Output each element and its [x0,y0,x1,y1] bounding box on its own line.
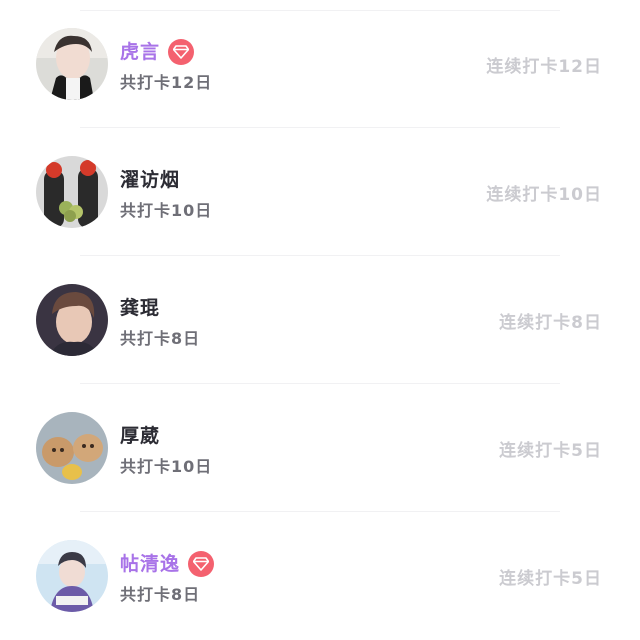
avatar[interactable] [36,28,108,100]
list-item[interactable]: 帖清逸 共打卡8日 连续打卡5日 [0,512,640,640]
streak-checkin-days: 连续打卡8日 [499,313,602,333]
user-name: 龚琨 [120,297,161,319]
avatar-photo-icon [36,540,108,612]
total-checkin-days: 共打卡10日 [120,201,213,220]
avatar-photo-icon [36,412,108,484]
avatar-photo-icon [36,28,108,100]
streak-checkin-days: 连续打卡10日 [486,185,602,205]
avatar[interactable] [36,156,108,228]
total-checkin-days: 共打卡12日 [120,73,213,92]
list-item[interactable]: 龚琨 共打卡8日 连续打卡8日 [0,256,640,384]
streak-checkin-days: 连续打卡12日 [486,57,602,77]
total-checkin-days: 共打卡8日 [120,585,201,604]
vip-diamond-icon [168,39,195,65]
streak-checkin-days: 连续打卡5日 [499,569,602,589]
avatar-photo-icon [36,156,108,228]
list-item[interactable]: 厚葳 共打卡10日 连续打卡5日 [0,384,640,512]
checkin-list: 虎言 共打卡12日 连续打卡12日 濯访烟 共打卡10日 连续打卡10日 龚琨 … [0,0,640,637]
total-checkin-days: 共打卡8日 [120,329,201,348]
list-item[interactable]: 虎言 共打卡12日 连续打卡12日 [0,0,640,128]
total-checkin-days: 共打卡10日 [120,457,213,476]
avatar[interactable] [36,540,108,612]
user-name: 厚葳 [120,425,161,447]
user-name: 虎言 [120,41,161,63]
streak-checkin-days: 连续打卡5日 [499,441,602,461]
avatar[interactable] [36,412,108,484]
list-item[interactable]: 濯访烟 共打卡10日 连续打卡10日 [0,128,640,256]
avatar[interactable] [36,284,108,356]
user-name: 濯访烟 [120,169,181,191]
avatar-photo-icon [36,284,108,356]
user-name: 帖清逸 [120,553,181,575]
vip-diamond-icon [188,551,215,577]
